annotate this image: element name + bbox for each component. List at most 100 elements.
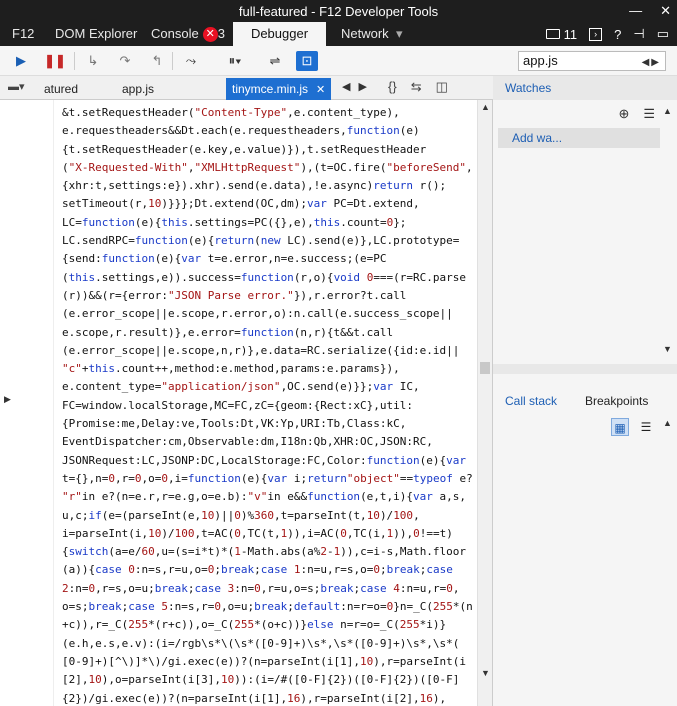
doc-tab-featured[interactable]: atured xyxy=(38,78,84,100)
scroll-down-icon[interactable]: ▼ xyxy=(481,668,490,678)
scroll-up-icon[interactable]: ▲ xyxy=(481,102,490,112)
exception-behavior-icon[interactable]: ⏸▾ xyxy=(224,51,246,71)
tab-debugger[interactable]: Debugger xyxy=(233,22,326,46)
tab-console-label: Console xyxy=(151,26,199,41)
code-editor[interactable]: ▶ &t.setRequestHeader("Content-Type",e.c… xyxy=(0,100,493,706)
tab-console[interactable]: Console ✕ 3 xyxy=(151,22,225,46)
code-line[interactable]: e.scope,r.result)},e.error=function(n,r)… xyxy=(62,324,477,342)
code-line[interactable]: {xhr:t,settings:e}).xhr).send(e.data),!e… xyxy=(62,177,477,195)
debugger-toolbar: ▶ ❚❚ ↳ ↷ ↰ ⤳ ⏸▾ ⇌ ⊡ app.js ◀▶ xyxy=(0,46,677,76)
code-line[interactable]: u,c;if(e=(parseInt(e,10)||0)%360,t=parse… xyxy=(62,507,477,525)
console-error-count: 3 xyxy=(217,26,225,41)
code-line[interactable]: ("X-Requested-With","XMLHttpRequest"),(t… xyxy=(62,159,477,177)
document-tabs: ▬▾ atured app.js tinymce.min.js ✕ ◀▶ {} ⇆… xyxy=(0,76,493,100)
watches-header: Watches xyxy=(493,76,677,100)
file-search-input[interactable]: app.js ◀▶ xyxy=(518,51,666,71)
callstack-options-icon[interactable]: ☰ xyxy=(637,418,655,436)
code-line[interactable]: &t.setRequestHeader("Content-Type",e.con… xyxy=(62,104,477,122)
watches-title[interactable]: Watches xyxy=(505,81,551,95)
pin-icon[interactable]: ⊣ xyxy=(633,26,644,42)
pane-splitter[interactable] xyxy=(493,364,677,374)
code-line[interactable]: {send:function(e){var t=e.error,n=e.succ… xyxy=(62,250,477,268)
code-line[interactable]: (e.h,e.s,e.v):(i=/rgb\s*\(\s*([0-9]+)\s*… xyxy=(62,635,477,653)
pretty-print-icon[interactable]: {} xyxy=(388,79,397,95)
code-line[interactable]: LC=function(e){this.settings=PC({},e),th… xyxy=(62,214,477,232)
code-line[interactable]: e.content_type="application/json",OC.sen… xyxy=(62,378,477,396)
emulation-count: 11 xyxy=(563,26,578,42)
code-line[interactable]: i=parseInt(i,10)/100,t=AC(0,TC(t,1)),i=A… xyxy=(62,525,477,543)
code-line[interactable]: JSONRequest:LC,JSONP:DC,LocalStorage:FC,… xyxy=(62,452,477,470)
doc-tab-app-js[interactable]: app.js xyxy=(116,78,160,100)
add-watch-icon[interactable]: ⊕ xyxy=(618,106,629,122)
tab-dom-explorer[interactable]: DOM Explorer xyxy=(55,22,137,46)
source-code[interactable]: &t.setRequestHeader("Content-Type",e.con… xyxy=(62,104,477,706)
tab-network[interactable]: Network xyxy=(341,22,389,46)
step-into-icon[interactable]: ↳ xyxy=(82,51,104,71)
break-icon[interactable]: ❚❚ xyxy=(44,51,66,71)
code-line[interactable]: o=s;break;case 5:n=s,r=0,o=u;break;defau… xyxy=(62,598,477,616)
step-out-icon[interactable]: ↰ xyxy=(146,51,168,71)
code-line[interactable]: {t.setRequestHeader(e.key,e.value)}),t.s… xyxy=(62,141,477,159)
watches-scroll-down-icon[interactable]: ▼ xyxy=(663,344,675,354)
file-search-value: app.js xyxy=(523,53,558,68)
open-document-icon[interactable]: ▬▾ xyxy=(8,80,38,96)
console-toggle-icon[interactable]: › xyxy=(589,27,603,41)
code-line[interactable]: {switch(a=e/60,u=(s=i*t)*(1-Math.abs(a%2… xyxy=(62,543,477,561)
toolbar-separator xyxy=(74,52,75,70)
code-line[interactable]: e.requestheaders&&Dt.each(e.requestheade… xyxy=(62,122,477,140)
close-tab-icon[interactable]: ✕ xyxy=(316,84,325,96)
show-library-frames-icon[interactable]: ▦ xyxy=(611,418,629,436)
continue-icon[interactable]: ▶ xyxy=(10,51,32,71)
code-line[interactable]: EventDispatcher:cm,Observable:dm,I18n:Qb… xyxy=(62,433,477,451)
callstack-tabs: Call stack Breakpoints xyxy=(493,390,677,412)
code-line[interactable]: setTimeout(r,10)}}};Dt.extend(OC,dm);var… xyxy=(62,195,477,213)
break-on-new-worker-icon[interactable]: ⤳ xyxy=(180,51,202,71)
doc-tab-tinymce-label: tinymce.min.js xyxy=(232,82,309,96)
code-line[interactable]: "r"in e?(n=e.r,r=e.g,o=e.b):"v"in e&&fun… xyxy=(62,488,477,506)
code-line[interactable]: {2})/gi.exec(e))?(n=parseInt(i[1],16),r=… xyxy=(62,690,477,706)
code-line[interactable]: 2:n=0,r=s,o=u;break;case 3:n=0,r=u,o=s;b… xyxy=(62,580,477,598)
code-line[interactable]: t={},n=0,r=0,o=0,i=function(e){var i;ret… xyxy=(62,470,477,488)
more-tools-icon[interactable]: ▾ xyxy=(396,22,403,46)
breakpoint-toggle-icon[interactable]: ◫ xyxy=(436,79,448,95)
execution-pointer-icon: ▶ xyxy=(4,394,11,404)
tab-breakpoints[interactable]: Breakpoints xyxy=(585,394,648,408)
callstack-scroll-up-icon[interactable]: ▲ xyxy=(663,418,675,428)
clear-watches-icon[interactable]: ☰ xyxy=(643,106,655,122)
error-icon: ✕ xyxy=(202,27,218,42)
close-window-button[interactable]: ✕ xyxy=(660,3,671,19)
add-watch-input[interactable]: Add wa... xyxy=(498,128,660,148)
code-scrollbar[interactable]: ▲ ▼ xyxy=(477,100,492,706)
code-line[interactable]: [2],10),o=parseInt(i[3],10)):(i=/#([0-F]… xyxy=(62,671,477,689)
code-line[interactable]: (r))&&(r={error:"JSON Parse error."}),r.… xyxy=(62,287,477,305)
code-line[interactable]: (this.settings,e)).success=function(r,o)… xyxy=(62,269,477,287)
doc-tab-tinymce[interactable]: tinymce.min.js ✕ xyxy=(226,78,332,100)
toolbar-separator xyxy=(172,52,173,70)
word-wrap-doc-icon[interactable]: ⇆ xyxy=(411,79,422,95)
code-line[interactable]: FC=window.localStorage,MC=FC,zC={geom:{R… xyxy=(62,397,477,415)
code-line[interactable]: {Promise:me,Delay:ve,Tools:Dt,VK:Yp,URI:… xyxy=(62,415,477,433)
code-line[interactable]: +c)),r=_C(255*(r+c)),o=_C(255*(o+c))}els… xyxy=(62,616,477,634)
word-wrap-icon[interactable]: ⇌ xyxy=(264,51,286,71)
emulation-button[interactable]: 11 xyxy=(546,27,577,42)
help-button[interactable]: ? xyxy=(614,27,621,42)
code-line[interactable]: (e.error_scope||e.scope,n,r)},e.data=RC.… xyxy=(62,342,477,360)
search-arrows-icon[interactable]: ◀▶ xyxy=(642,54,661,72)
step-over-icon[interactable]: ↷ xyxy=(114,51,136,71)
code-line[interactable]: [0-9]+)[^\)]*\)/gi.exec(e))?(n=parseInt(… xyxy=(62,653,477,671)
title-bar: full-featured - F12 Developer Tools — ✕ xyxy=(0,0,677,22)
code-line[interactable]: "c"+this.count++,method:e.method,params:… xyxy=(62,360,477,378)
undock-icon[interactable]: ▭ xyxy=(657,26,669,42)
code-line[interactable]: (a)){case 0:n=s,r=u,o=0;break;case 1:n=u… xyxy=(62,561,477,579)
line-gutter[interactable]: ▶ xyxy=(0,100,54,706)
minimize-button[interactable]: — xyxy=(629,3,642,19)
code-line[interactable]: (e.error_scope||e.scope,r.error,o):n.cal… xyxy=(62,305,477,323)
right-pane: Watches ⊕ ☰ Add wa... ▲ ▼ Call stack Bre… xyxy=(493,76,677,706)
just-my-code-icon[interactable]: ⊡ xyxy=(296,51,318,71)
tab-nav-arrows-icon[interactable]: ◀▶ xyxy=(342,80,375,93)
f12-label: F12 xyxy=(12,26,35,41)
scrollbar-thumb[interactable] xyxy=(480,362,490,374)
watches-scroll-up-icon[interactable]: ▲ xyxy=(663,106,675,116)
tab-call-stack[interactable]: Call stack xyxy=(505,394,557,408)
code-line[interactable]: LC.sendRPC=function(e){return(new LC).se… xyxy=(62,232,477,250)
